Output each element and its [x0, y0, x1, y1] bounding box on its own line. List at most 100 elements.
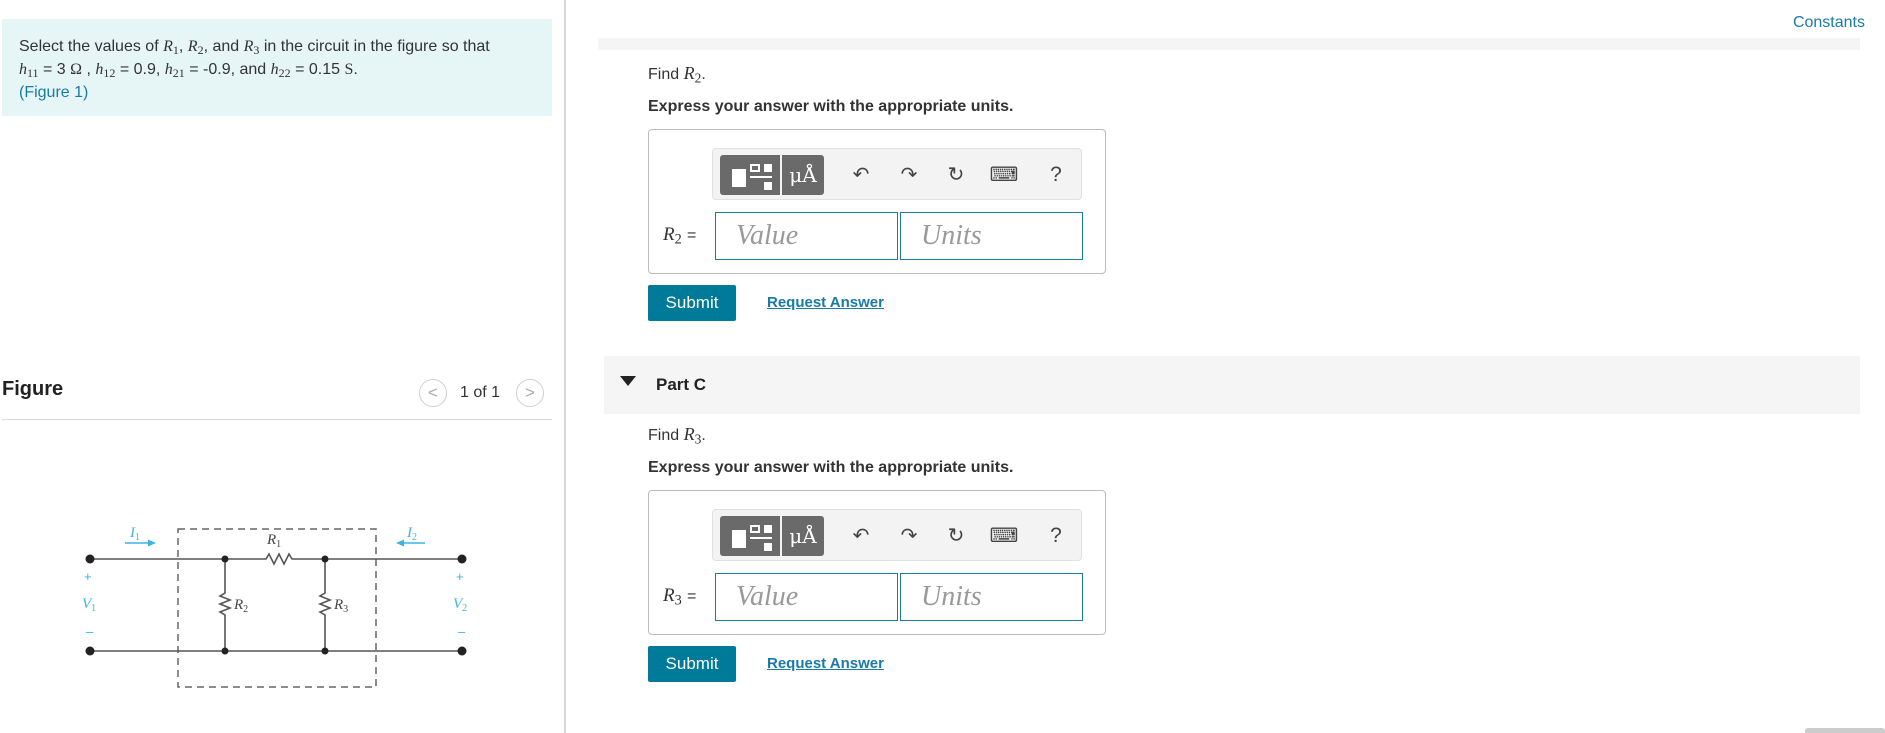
reset-icon: ↻	[947, 525, 965, 547]
h11-letter: h	[19, 61, 27, 78]
r3-units-input[interactable]	[900, 573, 1083, 621]
redo-button[interactable]: ↷	[893, 520, 925, 552]
r2-answer-label: R2 =	[663, 224, 696, 249]
reset-button[interactable]: ↻	[940, 159, 972, 191]
figure-page-count: 1 of 1	[460, 384, 501, 401]
undo-button[interactable]: ↶	[845, 159, 877, 191]
r3-answer-label: R3 =	[663, 585, 696, 610]
keyboard-button[interactable]: ⌨	[988, 520, 1020, 552]
sep1: ,	[178, 38, 184, 55]
i1-label: I1	[129, 525, 140, 543]
i2-sub: 2	[412, 532, 417, 543]
part-b-submit-button[interactable]: Submit	[648, 285, 736, 321]
find-end: .	[701, 66, 706, 83]
units-button[interactable]: μÅ	[782, 516, 824, 556]
v1-minus: –	[86, 624, 94, 639]
r3-answer-letter: R	[663, 585, 675, 606]
v1-plus: +	[84, 569, 92, 584]
math-toolbar: μÅ ↶ ↷ ↻ ⌨ ?	[712, 509, 1082, 561]
constants-link[interactable]: Constants	[1793, 14, 1865, 32]
h11-symbol: h11	[19, 61, 39, 80]
part-c-find: Find R3.	[648, 424, 706, 447]
r3-fig-sub: 3	[343, 604, 348, 615]
reset-button[interactable]: ↻	[940, 520, 972, 552]
left-pane: Select the values of R1, R2, and R3 in t…	[0, 0, 566, 733]
r3-answer-var: R3	[663, 585, 682, 609]
help-button[interactable]: ?	[1040, 520, 1072, 552]
terminal-node	[85, 646, 95, 656]
part-c-submit-button[interactable]: Submit	[648, 646, 736, 682]
part-b-strip	[598, 38, 1860, 50]
keyboard-icon: ⌨	[989, 164, 1019, 186]
scrollbar-thumb[interactable]	[1805, 728, 1885, 733]
part-c-title: Part C	[656, 375, 707, 394]
reset-icon: ↻	[947, 164, 965, 186]
r2-label: R2	[233, 597, 248, 615]
terminal-node	[457, 646, 467, 656]
part-c-express: Express your answer with the appropriate…	[648, 459, 1014, 476]
help-button[interactable]: ?	[1040, 159, 1072, 191]
r3-value-input[interactable]	[715, 573, 898, 621]
r2-fig-sub: 2	[243, 604, 248, 615]
r3-fig-letter: R	[333, 597, 343, 613]
part-b-answer-box: μÅ ↶ ↷ ↻ ⌨ ? R2 =	[648, 129, 1106, 274]
r2-answer-var: R2	[663, 224, 682, 248]
r2-answer-sub: 2	[674, 231, 682, 248]
equals-sign: =	[687, 588, 697, 605]
h12-sub: 12	[103, 66, 116, 80]
h12-value: = 0.9,	[119, 61, 161, 78]
h22-sub: 22	[278, 66, 291, 80]
chevron-left-icon: <	[428, 383, 438, 402]
undo-icon: ↶	[852, 164, 870, 186]
h21-sub: 21	[172, 66, 185, 80]
h12-symbol: h12	[95, 61, 116, 80]
keyboard-button[interactable]: ⌨	[988, 159, 1020, 191]
junction-node	[221, 555, 229, 563]
templates-button[interactable]	[720, 155, 780, 195]
junction-node	[221, 647, 229, 655]
h22-symbol: h22	[271, 61, 291, 80]
r1-fig-letter: R	[266, 532, 276, 548]
r2-letter: R	[187, 38, 198, 55]
v1-sub: 1	[91, 603, 96, 614]
units-button[interactable]: μÅ	[782, 155, 824, 195]
terminal-node	[85, 554, 95, 564]
find-prefix: Find	[648, 66, 680, 83]
undo-button[interactable]: ↶	[845, 520, 877, 552]
problem-tail: in the circuit in the figure so that	[263, 38, 490, 55]
find-var: R2	[684, 63, 702, 85]
r3-symbol: R3	[244, 38, 260, 57]
templates-button[interactable]	[720, 516, 780, 556]
redo-button[interactable]: ↷	[893, 159, 925, 191]
i1-sub: 1	[135, 532, 140, 543]
r1-letter: R	[163, 38, 173, 55]
find-var-c: R3	[684, 424, 702, 446]
r1-label: R1	[266, 532, 281, 550]
units-icon: μÅ	[789, 163, 817, 187]
find-prefix-c: Find	[648, 427, 680, 444]
r1-resistor	[225, 552, 325, 566]
help-icon: ?	[1050, 163, 1062, 186]
problem-intro: Select the values of	[19, 38, 159, 55]
v2-plus: +	[456, 569, 464, 584]
part-b-express: Express your answer with the appropriate…	[648, 98, 1014, 115]
i1-arrowhead	[148, 539, 156, 547]
h11-sub: 11	[27, 66, 39, 80]
part-c-header[interactable]: Part C	[604, 356, 1860, 414]
keyboard-icon: ⌨	[989, 525, 1019, 547]
right-pane: Constants Find R2. Express your answer w…	[568, 0, 1885, 733]
h21-letter: h	[164, 61, 173, 78]
r2-units-input[interactable]	[900, 212, 1083, 260]
figure-title: Figure	[2, 378, 64, 400]
r1-fig-sub: 1	[276, 539, 281, 550]
math-toolbar: μÅ ↶ ↷ ↻ ⌨ ?	[712, 148, 1082, 200]
r2-value-input[interactable]	[715, 212, 898, 260]
r3-resistor	[317, 559, 333, 651]
part-c-request-answer-link[interactable]: Request Answer	[767, 655, 884, 672]
junction-node	[321, 647, 329, 655]
part-b-request-answer-link[interactable]: Request Answer	[767, 294, 884, 311]
caret-down-icon	[620, 376, 636, 386]
figure-link[interactable]: (Figure 1)	[19, 84, 88, 101]
figure-next-button[interactable]: >	[516, 379, 544, 407]
figure-prev-button[interactable]: <	[419, 379, 447, 407]
